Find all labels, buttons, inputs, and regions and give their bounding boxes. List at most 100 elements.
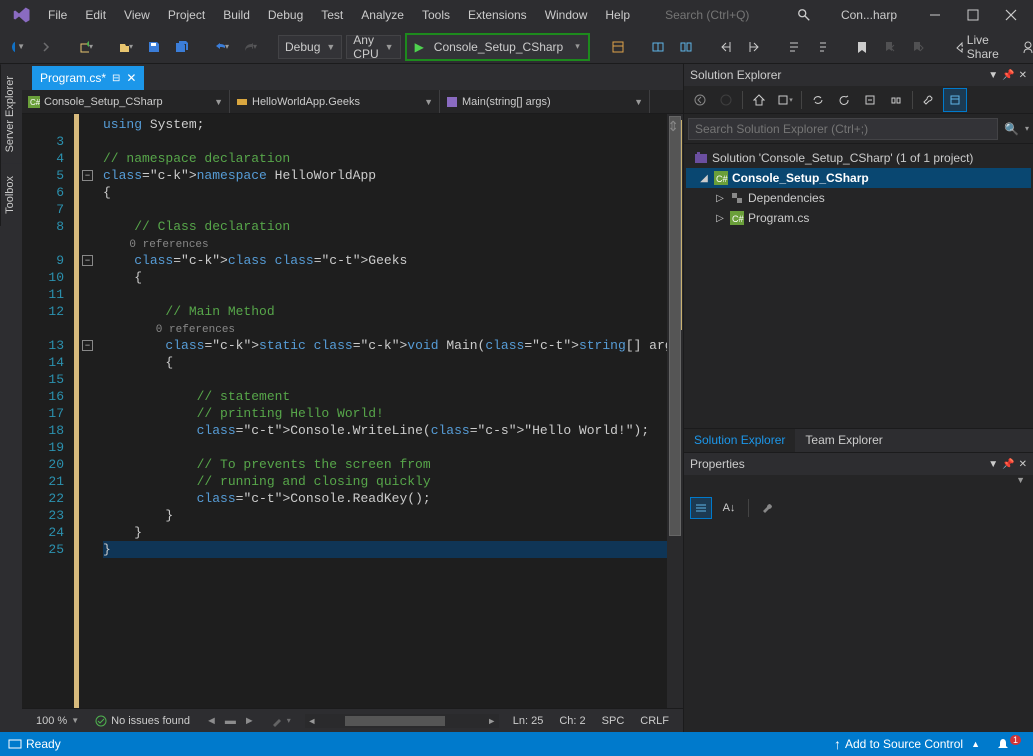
solution-tree[interactable]: Solution 'Console_Setup_CSharp' (1 of 1 … xyxy=(684,144,1033,428)
se-sync-button[interactable] xyxy=(806,88,830,112)
props-wrench-button[interactable] xyxy=(757,497,779,519)
expander-icon[interactable]: ▷ xyxy=(714,213,726,224)
add-source-control[interactable]: ↑ Add to Source Control ▲ xyxy=(826,736,988,752)
tool-btn-2[interactable] xyxy=(646,35,670,59)
search-icon[interactable]: 🔍 xyxy=(998,122,1025,136)
pin-icon[interactable]: ⊟ xyxy=(112,73,120,84)
se-refresh-button[interactable] xyxy=(832,88,856,112)
bookmark-next-button[interactable] xyxy=(906,35,930,59)
tab-solution-explorer[interactable]: Solution Explorer xyxy=(684,429,795,452)
categorized-button[interactable] xyxy=(690,497,712,519)
uncomment-button[interactable] xyxy=(810,35,834,59)
save-all-button[interactable] xyxy=(170,35,194,59)
pane-dropdown-icon[interactable]: ▼ xyxy=(988,70,998,81)
se-fwd-button[interactable] xyxy=(714,88,738,112)
menu-extensions[interactable]: Extensions xyxy=(460,4,535,26)
tool-btn-1[interactable] xyxy=(606,35,630,59)
start-debug-button[interactable]: ▶ Console_Setup_CSharp ▾ xyxy=(405,33,590,61)
comment-button[interactable] xyxy=(782,35,806,59)
menu-debug[interactable]: Debug xyxy=(260,4,311,26)
issues-status[interactable]: No issues found xyxy=(87,715,198,727)
open-file-button[interactable]: ▾ xyxy=(114,35,138,59)
close-button[interactable] xyxy=(993,0,1029,30)
menu-build[interactable]: Build xyxy=(215,4,258,26)
dependencies-node[interactable]: ▷ Dependencies xyxy=(686,188,1031,208)
menu-view[interactable]: View xyxy=(116,4,158,26)
pane-dropdown-icon[interactable]: ▼ xyxy=(988,459,998,470)
close-tab-icon[interactable]: ✕ xyxy=(126,71,136,85)
side-tab-server-explorer[interactable]: Server Explorer xyxy=(0,64,22,164)
brush-icon[interactable] xyxy=(271,715,283,727)
nav-back-button[interactable]: ▼ xyxy=(6,35,30,59)
menu-help[interactable]: Help xyxy=(597,4,638,26)
bookmark-button[interactable] xyxy=(850,35,874,59)
split-editor-icon[interactable]: ⇕ xyxy=(667,118,679,135)
redo-button[interactable]: ▾ xyxy=(238,35,262,59)
horizontal-scroll-thumb[interactable] xyxy=(345,716,445,726)
se-collapse-button[interactable] xyxy=(858,88,882,112)
breadcrumb-project[interactable]: C# Console_Setup_CSharp▼ xyxy=(22,90,230,113)
platform-combo[interactable]: Any CPU▼ xyxy=(346,35,400,59)
menu-file[interactable]: File xyxy=(40,4,75,26)
undo-button[interactable]: ▾ xyxy=(210,35,234,59)
expander-icon[interactable]: ◢ xyxy=(698,173,710,184)
save-button[interactable] xyxy=(142,35,166,59)
breadcrumb-member[interactable]: Main(string[] args)▼ xyxy=(440,90,650,113)
expander-icon[interactable]: ▷ xyxy=(714,193,726,204)
error-nav[interactable]: ◄▬► xyxy=(198,715,263,727)
breadcrumb-type[interactable]: HelloWorldApp.Geeks▼ xyxy=(230,90,440,113)
indent-in-button[interactable] xyxy=(742,35,766,59)
se-switch-views-button[interactable]: ▾ xyxy=(773,88,797,112)
menu-test[interactable]: Test xyxy=(313,4,351,26)
se-properties-button[interactable] xyxy=(917,88,941,112)
se-preview-button[interactable] xyxy=(943,88,967,112)
title-search[interactable] xyxy=(658,5,818,25)
pane-close-icon[interactable]: ✕ xyxy=(1019,459,1027,470)
zoom-level[interactable]: 100 %▼ xyxy=(28,715,87,727)
pane-pin-icon[interactable]: 📌 xyxy=(1002,70,1014,81)
menu-tools[interactable]: Tools xyxy=(414,4,458,26)
minimize-button[interactable] xyxy=(917,0,953,30)
document-tab[interactable]: Program.cs* ⊟ ✕ xyxy=(32,66,144,90)
tool-btn-3[interactable] xyxy=(674,35,698,59)
title-search-input[interactable] xyxy=(665,8,785,22)
new-project-button[interactable]: ▾ xyxy=(74,35,98,59)
fold-toggle[interactable]: − xyxy=(82,340,93,351)
fold-toggle[interactable]: − xyxy=(82,170,93,181)
file-node[interactable]: ▷ C# Program.cs xyxy=(686,208,1031,228)
code-area[interactable]: using System;// namespace declarationcla… xyxy=(99,114,667,708)
live-share-button[interactable]: Live Share xyxy=(946,33,1012,61)
whitespace-mode[interactable]: SPC xyxy=(594,715,633,727)
solution-node[interactable]: Solution 'Console_Setup_CSharp' (1 of 1 … xyxy=(686,148,1031,168)
project-node[interactable]: ◢ C# Console_Setup_CSharp xyxy=(686,168,1031,188)
menu-window[interactable]: Window xyxy=(537,4,596,26)
horizontal-scrollbar[interactable]: ◄ ► xyxy=(305,714,499,728)
feedback-button[interactable] xyxy=(1016,35,1033,59)
maximize-button[interactable] xyxy=(955,0,991,30)
indent-out-button[interactable] xyxy=(714,35,738,59)
solution-explorer-search[interactable]: 🔍▾ xyxy=(684,114,1033,144)
menu-edit[interactable]: Edit xyxy=(77,4,114,26)
props-dropdown-icon[interactable]: ▼ xyxy=(1016,475,1025,493)
menu-project[interactable]: Project xyxy=(160,4,213,26)
menu-analyze[interactable]: Analyze xyxy=(353,4,412,26)
se-back-button[interactable] xyxy=(688,88,712,112)
se-home-button[interactable] xyxy=(747,88,771,112)
se-showall-button[interactable] xyxy=(884,88,908,112)
editor-body[interactable]: ⇕ 34567891011121314151617181920212223242… xyxy=(22,114,683,708)
nav-fwd-button[interactable] xyxy=(34,35,58,59)
bookmark-prev-button[interactable] xyxy=(878,35,902,59)
notifications-button[interactable]: 1 xyxy=(988,737,1033,751)
config-combo[interactable]: Debug▼ xyxy=(278,35,342,59)
alphabetical-button[interactable]: A↓ xyxy=(718,497,740,519)
vertical-scroll-thumb[interactable] xyxy=(669,116,681,536)
tab-team-explorer[interactable]: Team Explorer xyxy=(795,429,892,452)
fold-toggle[interactable]: − xyxy=(82,255,93,266)
pane-close-icon[interactable]: ✕ xyxy=(1019,70,1027,81)
pane-pin-icon[interactable]: 📌 xyxy=(1002,459,1014,470)
solution-explorer-search-input[interactable] xyxy=(688,118,998,140)
vertical-scrollbar[interactable] xyxy=(667,114,683,708)
side-tab-toolbox[interactable]: Toolbox xyxy=(0,164,22,226)
eol-mode[interactable]: CRLF xyxy=(632,715,677,727)
document-tabs: Program.cs* ⊟ ✕ xyxy=(22,64,683,90)
